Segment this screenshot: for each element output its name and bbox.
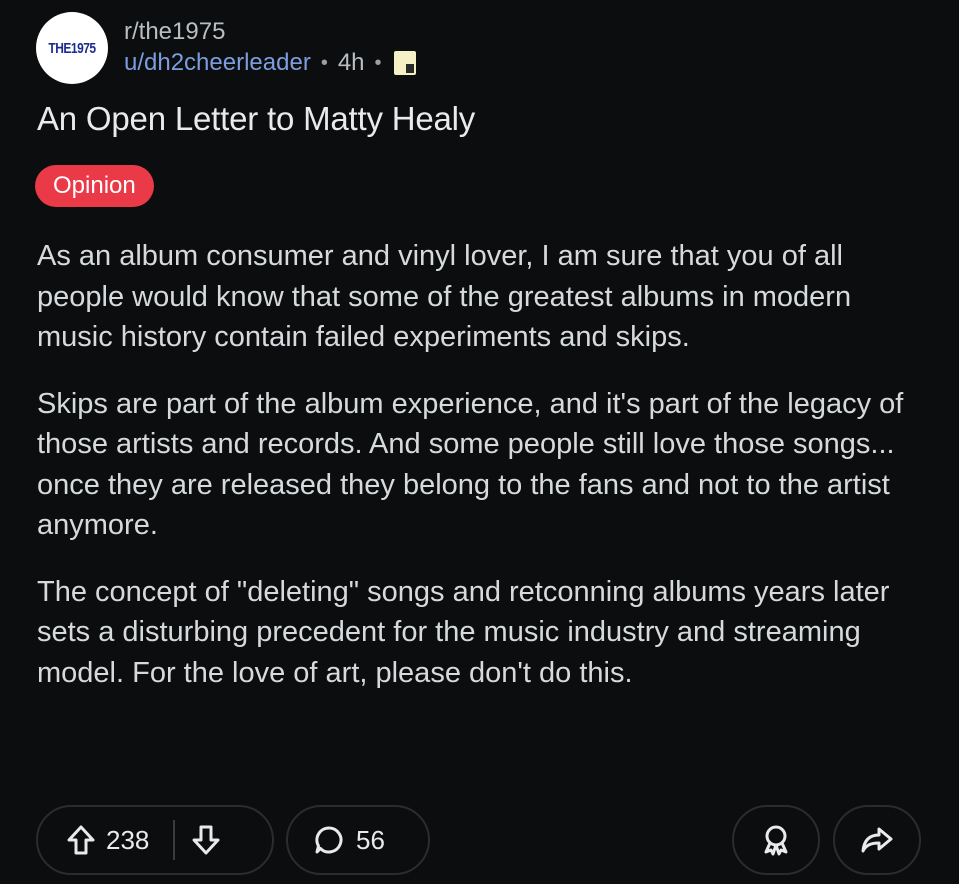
subreddit-logo: THE1975 xyxy=(48,39,96,57)
post-meta-row: u/dh2cheerleader • 4h • xyxy=(124,47,416,79)
post-action-bar: 238 56 xyxy=(36,805,922,875)
share-button[interactable] xyxy=(833,805,921,875)
vote-control: 238 xyxy=(36,805,274,875)
award-button[interactable] xyxy=(732,805,820,875)
downvote-icon[interactable] xyxy=(191,824,221,856)
comment-count: 56 xyxy=(356,824,385,855)
post-paragraph: As an album consumer and vinyl lover, I … xyxy=(37,240,852,353)
subreddit-avatar[interactable]: THE1975 xyxy=(36,12,108,84)
post-page: THE1975 r/the1975 u/dh2cheerleader • 4h … xyxy=(0,0,959,884)
post-body: As an album consumer and vinyl lover, I … xyxy=(37,236,927,719)
post-meta: r/the1975 u/dh2cheerleader • 4h • xyxy=(124,17,416,79)
comments-button[interactable]: 56 xyxy=(286,805,430,875)
share-icon xyxy=(860,825,894,855)
upvote-icon[interactable] xyxy=(66,824,96,856)
award-icon xyxy=(759,823,793,857)
subreddit-name[interactable]: r/the1975 xyxy=(124,17,416,47)
meta-separator: • xyxy=(374,52,382,74)
vote-divider xyxy=(173,820,176,860)
user-flair-icon xyxy=(393,51,416,75)
post-header: THE1975 r/the1975 u/dh2cheerleader • 4h … xyxy=(36,12,416,84)
author-username[interactable]: u/dh2cheerleader xyxy=(124,47,311,79)
comment-icon xyxy=(314,825,344,855)
post-flair-badge[interactable]: Opinion xyxy=(35,165,154,207)
post-paragraph: Skips are part of the album experience, … xyxy=(37,387,904,542)
post-age: 4h xyxy=(337,49,365,76)
upvote-count: 238 xyxy=(106,824,150,855)
meta-separator: • xyxy=(320,52,328,74)
post-paragraph: The concept of "deleting" songs and retc… xyxy=(37,575,890,689)
post-title[interactable]: An Open Letter to Matty Healy xyxy=(37,100,475,138)
